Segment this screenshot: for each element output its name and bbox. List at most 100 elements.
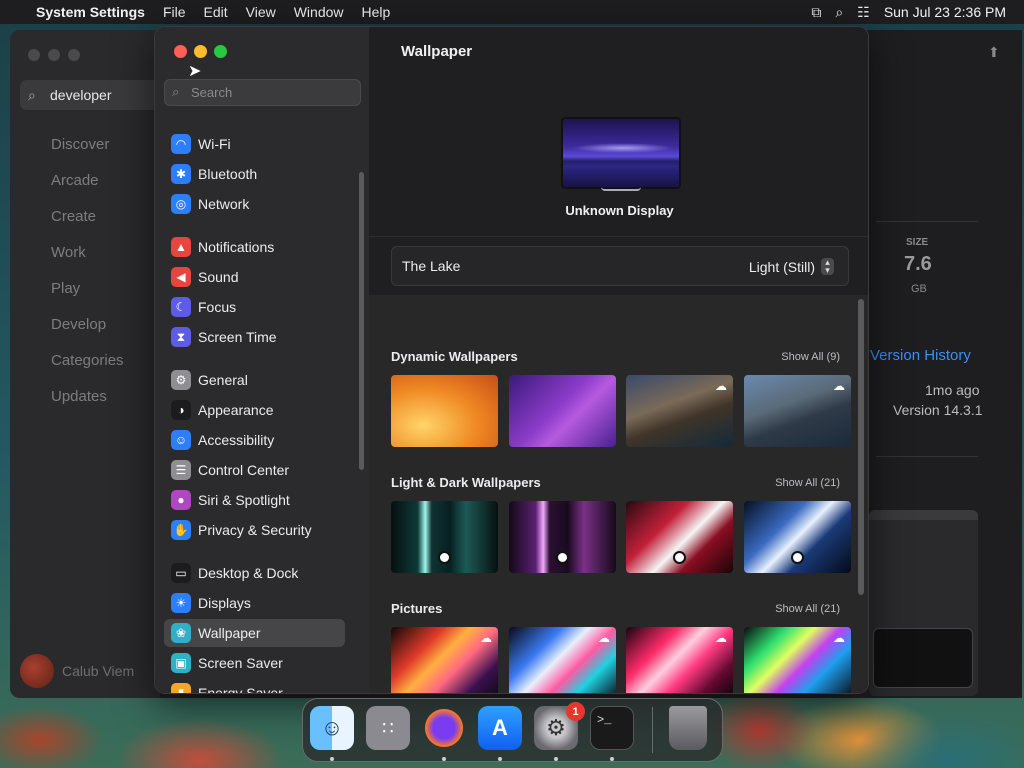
gear-icon: ⚙ [171,370,191,390]
menu-help[interactable]: Help [353,4,400,20]
appstore-nav-discover[interactable]: Discover [51,136,109,153]
sidebar-item-network[interactable]: ◎ Network [164,190,345,218]
settings-search-input[interactable]: ⌕ Search [164,79,361,106]
sidebar-item-label: Bluetooth [198,166,258,182]
display-name: Unknown Display [565,203,674,218]
sidebar-item-displays[interactable]: ☀ Displays [164,589,345,617]
siri-icon: ● [171,490,191,510]
section-title-pictures: Pictures [391,601,443,616]
sidebar-item-sound[interactable]: ◀ Sound [164,263,345,291]
sidebar-item-focus[interactable]: ☾ Focus [164,293,345,321]
version-history-link[interactable]: Version History [870,347,971,364]
app-store-icon[interactable]: A [478,706,522,750]
screensaver-icon: ▣ [171,653,191,673]
wallpaper-thumb-ventura-purple[interactable] [509,375,616,447]
appstore-minimize-button[interactable] [48,49,60,61]
moon-icon: ☾ [171,297,191,317]
menu-app-name[interactable]: System Settings [27,4,154,20]
sun-icon: ☀ [171,593,191,613]
running-indicator [498,757,502,761]
account-name: Calub Viem [62,663,135,679]
sidebar-item-siri-spotlight[interactable]: ● Siri & Spotlight [164,486,345,514]
sidebar-item-label: Appearance [198,402,274,418]
zoom-button[interactable] [214,45,227,58]
appstore-close-button[interactable] [28,49,40,61]
firefox-icon[interactable] [422,706,466,750]
wallpaper-thumb-abstract-warm[interactable]: ☁ [391,627,498,693]
wallpaper-thumb-abstract-cool[interactable]: ☁ [509,627,616,693]
appstore-search-field[interactable]: ⌕ developer [20,80,160,110]
content-scrollbar[interactable] [858,299,864,595]
appstore-nav-categories[interactable]: Categories [51,352,124,369]
divider [876,456,978,457]
menu-window[interactable]: Window [285,4,353,20]
search-placeholder: Search [191,85,233,100]
terminal-icon[interactable]: >_ [590,706,634,750]
launchpad-icon[interactable]: ∷ [366,706,410,750]
sidebar-item-screen-saver[interactable]: ▣ Screen Saver [164,649,345,677]
sidebar-item-screen-time[interactable]: ⧗ Screen Time [164,323,345,351]
sidebar-item-bluetooth[interactable]: ✱ Bluetooth [164,160,345,188]
appearance-mode-popup[interactable]: Light (Still) ▴ ▾ [749,258,834,275]
sidebar-item-wi-fi[interactable]: ◠ Wi-Fi [164,130,345,158]
battery-icon: ▮ [171,683,191,693]
light-dark-icon [438,551,451,564]
wallpaper-thumb-catalina-day[interactable]: ☁ [626,375,733,447]
menu-bar: System Settings File Edit View Window He… [0,0,1024,24]
dock-divider [652,707,653,753]
app-screenshot [869,510,978,696]
sidebar-item-accessibility[interactable]: ☺ Accessibility [164,426,345,454]
sidebar-item-privacy-security[interactable]: ✋ Privacy & Security [164,516,345,544]
close-button[interactable] [174,45,187,58]
sidebar-item-wallpaper[interactable]: ❀ Wallpaper [164,619,345,647]
sidebar-item-label: Energy Saver [198,685,283,694]
wallpaper-thumb-glass-purple[interactable] [509,501,616,573]
settings-sidebar: ⌕ Search ◠ Wi-Fi ✱ Bluetooth ◎ Network ▲ Notifi… [155,27,369,694]
menu-clock[interactable]: Sun Jul 23 2:36 PM [884,4,1006,20]
appstore-account[interactable]: Calub Viem [20,654,134,688]
sidebar-item-appearance[interactable]: ◑ Appearance [164,396,345,424]
finder-icon[interactable]: ☺ [310,706,354,750]
wallpaper-thumb-abstract-green[interactable]: ☁ [744,627,851,693]
screen-mirroring-icon[interactable]: ⧉ [811,4,821,21]
light-dark-icon [556,551,569,564]
wallpaper-thumb-abstract-pink[interactable]: ☁ [626,627,733,693]
sidebar-item-label: Accessibility [198,432,275,448]
appstore-nav-work[interactable]: Work [51,244,86,261]
wallpaper-thumb-blue-curves[interactable] [744,501,851,573]
sidebar-scrollbar[interactable] [359,172,364,470]
appstore-nav-arcade[interactable]: Arcade [51,172,99,189]
appstore-zoom-button[interactable] [68,49,80,61]
current-wallpaper-name: The Lake [402,258,461,274]
sidebar-item-control-center[interactable]: ☰ Control Center [164,456,345,484]
menu-edit[interactable]: Edit [195,4,237,20]
menu-file[interactable]: File [154,4,195,20]
minimize-button[interactable] [194,45,207,58]
trash-icon[interactable] [669,706,707,750]
control-center-icon[interactable]: ☷ [857,4,870,21]
sidebar-item-desktop-dock[interactable]: ▭ Desktop & Dock [164,559,345,587]
appstore-nav-updates[interactable]: Updates [51,388,107,405]
wallpaper-thumb-ventura-orange[interactable] [391,375,498,447]
wallpaper-thumb-red-curves[interactable] [626,501,733,573]
show-all-pictures-button[interactable]: Show All (21) [775,603,840,615]
show-all-dynamic-button[interactable]: Show All (9) [781,351,840,363]
size-label: SIZE [906,237,929,248]
menu-view[interactable]: View [237,4,285,20]
spotlight-search-icon[interactable]: ⌕ [835,4,843,21]
appstore-nav-develop[interactable]: Develop [51,316,106,333]
release-age: 1mo ago [925,382,980,398]
share-icon[interactable]: ⬆ [988,44,1000,61]
wallpaper-thumb-glass-teal[interactable] [391,501,498,573]
sidebar-item-notifications[interactable]: ▲ Notifications [164,233,345,261]
sidebar-item-energy-saver[interactable]: ▮ Energy Saver [164,679,345,694]
sidebar-item-label: Wi-Fi [198,136,231,152]
divider [876,221,978,222]
show-all-light-dark-button[interactable]: Show All (21) [775,477,840,489]
wallpaper-thumb-catalina-island[interactable]: ☁ [744,375,851,447]
cloud-download-icon: ☁ [833,379,845,393]
appstore-nav-play[interactable]: Play [51,280,80,297]
appstore-nav-create[interactable]: Create [51,208,96,225]
hand-icon: ✋ [171,520,191,540]
sidebar-item-general[interactable]: ⚙ General [164,366,345,394]
